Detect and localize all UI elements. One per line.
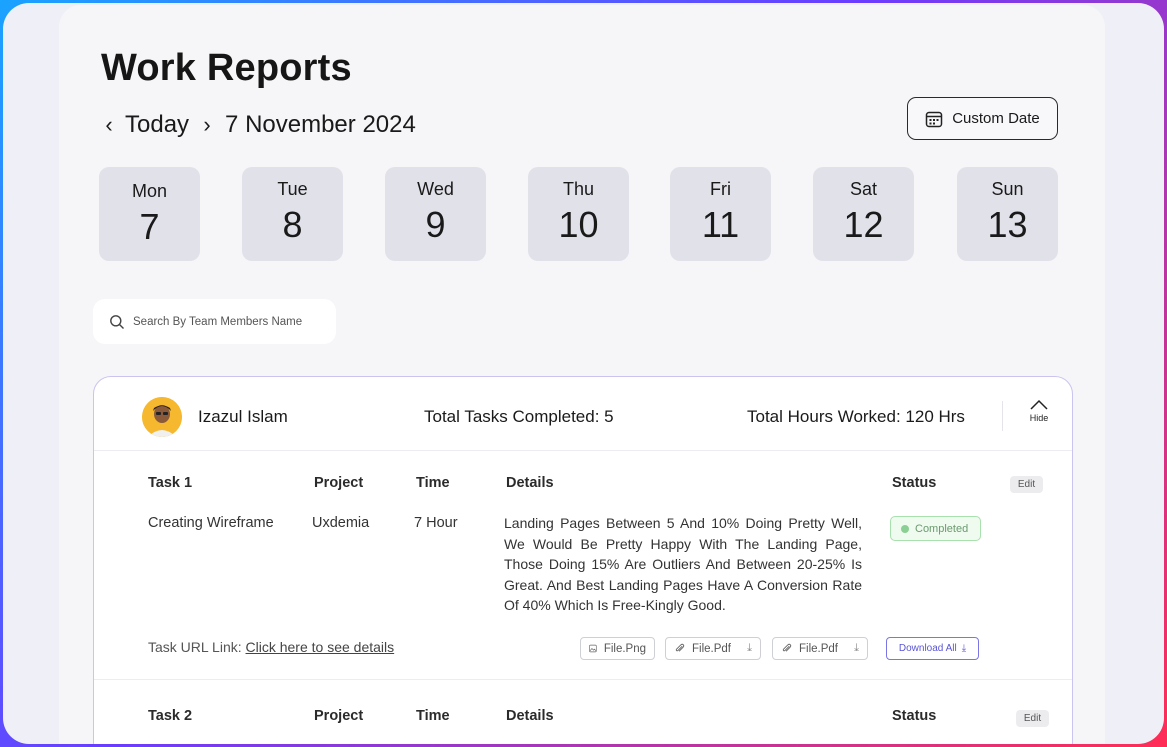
day-number: 11: [701, 204, 740, 245]
task-divider: [94, 679, 1072, 680]
task-time: 7 Hour: [414, 515, 458, 531]
total-hours-worked: Total Hours Worked: 120 Hrs: [747, 407, 965, 426]
today-button[interactable]: Today: [125, 111, 189, 139]
day-tue[interactable]: Tue 8: [242, 167, 343, 261]
search-placeholder: Search By Team Members Name: [133, 315, 303, 328]
column-status: Status: [892, 708, 937, 724]
paperclip-icon: [675, 643, 685, 652]
chevron-right-icon[interactable]: ›: [197, 112, 217, 138]
column-details: Details: [506, 708, 554, 724]
download-icon: ⤓: [961, 643, 967, 654]
day-name: Wed: [417, 179, 454, 199]
day-wed[interactable]: Wed 9: [385, 167, 486, 261]
day-name: Sun: [991, 179, 1024, 199]
file-png-attachment[interactable]: File.Png: [580, 637, 655, 660]
search-icon: [110, 314, 124, 329]
day-number: 10: [558, 204, 599, 245]
member-report-panel: Izazul Islam Total Tasks Completed: 5 To…: [93, 376, 1073, 744]
current-date: 7 November 2024: [225, 111, 416, 138]
download-icon[interactable]: ⤓: [854, 642, 859, 655]
date-navigation: ‹ Today › 7 November 2024: [99, 111, 416, 139]
status-badge: Completed: [890, 516, 981, 541]
task-url-label: Task URL Link:: [148, 639, 242, 655]
column-time: Time: [416, 475, 450, 491]
day-mon[interactable]: Mon 7: [99, 167, 200, 261]
page-title: Work Reports: [101, 47, 352, 89]
download-icon[interactable]: ⤓: [747, 642, 752, 655]
task-url-link[interactable]: Click here to see details: [246, 639, 395, 655]
day-number: 13: [987, 204, 1028, 245]
day-number: 8: [282, 204, 303, 245]
status-text: Completed: [915, 522, 969, 535]
file-pdf-attachment[interactable]: File.Pdf ⤓: [772, 637, 868, 660]
task-details: Landing Pages Between 5 And 10% Doing Pr…: [504, 515, 862, 613]
hide-label: Hide: [1029, 413, 1049, 423]
file-name: File.Png: [603, 642, 646, 655]
file-pdf-attachment[interactable]: File.Pdf ⤓: [665, 637, 761, 660]
paperclip-icon: [782, 643, 792, 652]
column-status: Status: [892, 475, 937, 491]
download-all-label: Download All: [898, 643, 957, 654]
header-divider: [1002, 401, 1003, 431]
task-project: Uxdemia: [312, 515, 370, 531]
custom-date-label: Custom Date: [952, 110, 1040, 127]
calendar-icon: [925, 111, 943, 127]
day-sat[interactable]: Sat 12: [813, 167, 914, 261]
download-all-button[interactable]: Download All ⤓: [886, 637, 979, 660]
search-input[interactable]: Search By Team Members Name: [93, 299, 336, 344]
day-name: Tue: [277, 179, 308, 199]
day-name: Fri: [710, 179, 731, 199]
task-title: Creating Wireframe: [148, 515, 274, 531]
column-details: Details: [506, 475, 554, 491]
image-icon: [589, 644, 597, 653]
edit-button[interactable]: Edit: [1010, 476, 1043, 493]
task-2-heading: Task 2: [148, 708, 193, 724]
column-project: Project: [314, 475, 364, 491]
edit-button[interactable]: Edit: [1016, 710, 1049, 727]
member-name: Izazul Islam: [198, 407, 288, 426]
file-name: File.Pdf: [692, 642, 731, 655]
custom-date-button[interactable]: Custom Date: [907, 97, 1058, 140]
task-1-heading: Task 1: [148, 475, 193, 491]
day-name: Mon: [131, 181, 167, 201]
chevron-up-icon: [1030, 399, 1048, 410]
avatar: [142, 397, 182, 437]
day-name: Sat: [849, 179, 878, 199]
column-project: Project: [314, 708, 364, 724]
file-name: File.Pdf: [799, 642, 838, 655]
day-fri[interactable]: Fri 11: [670, 167, 771, 261]
hide-button[interactable]: Hide: [1024, 399, 1054, 423]
member-header: Izazul Islam Total Tasks Completed: 5 To…: [94, 377, 1072, 451]
day-thu[interactable]: Thu 10: [528, 167, 629, 261]
day-number: 7: [139, 206, 160, 247]
app-frame: Work Reports ‹ Today › 7 November 2024 C…: [3, 3, 1164, 744]
day-number: 9: [425, 204, 446, 245]
total-tasks-completed: Total Tasks Completed: 5: [424, 407, 614, 426]
task-url: Task URL Link: Click here to see details: [148, 639, 394, 655]
day-sun[interactable]: Sun 13: [957, 167, 1058, 261]
status-dot-icon: [901, 524, 909, 533]
day-number: 12: [843, 204, 884, 245]
column-time: Time: [416, 708, 450, 724]
day-name: Thu: [562, 179, 595, 199]
chevron-left-icon[interactable]: ‹: [99, 112, 119, 138]
